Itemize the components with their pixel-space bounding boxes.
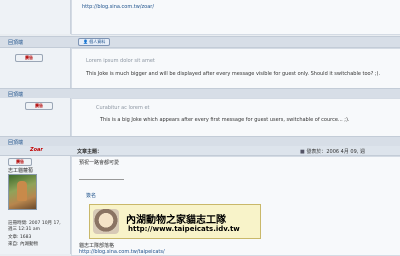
post3-left: 廣告 志工貓蘿蔔 註冊時間: 2007 10月 17, 週三 12:31 am … [0,156,71,254]
post1-muted-subject: Lorem ipsum dolor sit amet [86,58,155,64]
ad-button-3[interactable]: 廣告 [8,158,32,166]
ad-button-1[interactable]: 廣告 [15,54,43,62]
signature-footer-text: 貓志工隊部落格 [79,243,115,249]
signature-footer-url[interactable]: http://blog.sina.com.tw/taipeicats/ [79,249,165,255]
post0-back-top[interactable]: 回頂端 [8,39,23,46]
post3-body-line1: 預祝一路會都可愛 [79,160,120,166]
post2-muted-subject: Curabitur ac lorem et [96,105,150,111]
banner-title: 內湖動物之家貓志工隊 [126,215,226,226]
post1-back-top[interactable]: 回頂端 [8,91,23,98]
post3-author: Zoar [30,147,43,153]
user-rank: 志工貓蘿蔔 [8,168,34,174]
post1-text: This Joke is much bigger and will be dis… [86,71,381,77]
user-posts: 文章: 1683 [8,235,32,240]
signature-banner: 內湖動物之家貓志工隊 http://www.taipeicats.idv.tw [89,204,261,239]
avatar-figure [17,181,27,201]
post2-back-top[interactable]: 回頂端 [8,139,23,146]
banner-url: http://www.taipeicats.idv.tw [128,225,240,233]
post0-footer: 回頂端 👤 個人資料 [0,36,400,48]
cat-image [93,209,119,234]
post3-separator [79,179,124,180]
user-location: 來自: 內湖動物 [8,242,38,247]
post3-content: 預祝一路會都可愛 簽名 內湖動物之家貓志工隊 http://www.taipei… [71,156,400,256]
post0-content: http://blog.sina.com.tw/zoar/ [71,0,400,35]
ad-button-2[interactable]: 廣告 [25,102,53,110]
post3-header-title: 文章主題： [77,149,103,155]
post2-text: This is a big Joke which appears after e… [100,117,350,123]
signature-label[interactable]: 簽名 [86,192,96,199]
user-registered: 註冊時間: 2007 10月 17, 週三 12:31 am [8,221,61,232]
post1-left: 廣告 [0,48,71,88]
profile-icon: 👤 [83,39,88,44]
post2-content: Curabitur ac lorem et This is a big Joke… [71,98,400,138]
avatar [8,174,37,210]
post-icon: ■ [300,149,305,155]
post0-url-link[interactable]: http://blog.sina.com.tw/zoar/ [82,4,154,10]
post3-header: Zoar 文章主題： ■ 發表於：2006 4月 09, 週 [0,146,400,156]
post1-content: Lorem ipsum dolor sit amet This Joke is … [71,48,400,90]
profile-button[interactable]: 👤 個人資料 [78,38,111,46]
post3-header-meta: ■ 發表於：2006 4月 09, 週 [300,149,365,155]
post2-left: 廣告 [0,98,71,136]
post0-left [0,0,71,34]
